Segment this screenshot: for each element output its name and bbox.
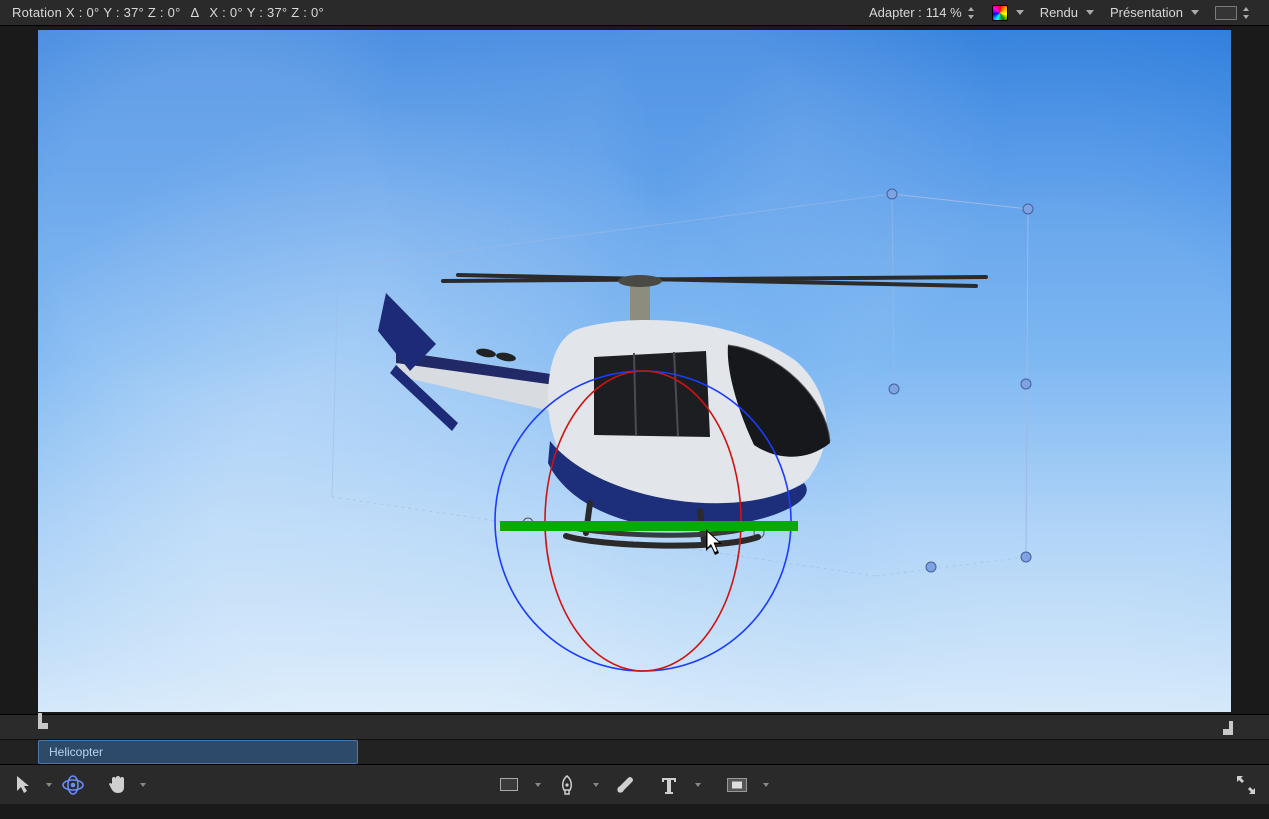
layer-clip-label: Helicopter — [49, 745, 103, 759]
delta-symbol: Δ — [191, 5, 200, 20]
top-readout-bar: Rotation X : 0° Y : 37° Z : 0° Δ X : 0° … — [0, 0, 1269, 26]
text-tool[interactable] — [654, 771, 684, 799]
rectangle-icon — [500, 778, 518, 791]
rot-z-label: Z : — [148, 5, 164, 20]
render-menu-label: Rendu — [1040, 5, 1078, 20]
delta-z-label: Z : — [291, 5, 307, 20]
hand-pan-tool[interactable] — [102, 771, 132, 799]
viewport[interactable] — [38, 30, 1231, 712]
mask-tool[interactable] — [722, 771, 752, 799]
zoom-control[interactable]: Adapter : 114 % — [863, 5, 982, 20]
playhead-out-icon[interactable] — [1221, 721, 1235, 739]
rot-x-value: 0° — [87, 5, 100, 20]
delta-y-label: Y : — [247, 5, 263, 20]
presentation-menu[interactable]: Présentation — [1104, 5, 1205, 20]
paint-stroke-tool[interactable] — [610, 771, 640, 799]
color-wheel-icon — [992, 5, 1008, 21]
delta-x-label: X : — [209, 5, 226, 20]
playhead-in-icon[interactable] — [36, 713, 50, 731]
hand-tool-chevron[interactable] — [132, 771, 152, 799]
chevron-down-icon — [1086, 10, 1094, 15]
select-tool[interactable] — [8, 771, 38, 799]
scene-overlay — [38, 30, 1231, 712]
fullscreen-toggle[interactable] — [1231, 771, 1261, 799]
pen-tool[interactable] — [552, 771, 582, 799]
aspect-ratio-menu[interactable] — [1209, 6, 1257, 20]
canvas-area — [0, 26, 1269, 714]
presentation-menu-label: Présentation — [1110, 5, 1183, 20]
mask-tool-chevron[interactable] — [756, 771, 776, 799]
zoom-stepper-icon — [968, 7, 976, 19]
aspect-rect-icon — [1215, 6, 1237, 20]
rotation-gizmo-y-axis[interactable] — [500, 521, 798, 531]
rot-y-label: Y : — [103, 5, 119, 20]
rectangle-tool[interactable] — [494, 771, 524, 799]
rectangle-tool-chevron[interactable] — [528, 771, 548, 799]
zoom-value: 114 % — [926, 5, 962, 20]
rot-z-value: 0° — [168, 5, 181, 20]
timeline-ruler[interactable] — [0, 714, 1269, 740]
delta-z-value: 0° — [311, 5, 324, 20]
rot-y-value: 37° — [124, 5, 144, 20]
chevron-down-icon — [1016, 10, 1024, 15]
text-tool-chevron[interactable] — [688, 771, 708, 799]
layer-track: Helicopter — [0, 740, 1269, 764]
property-label: Rotation — [12, 5, 62, 20]
color-channel-menu[interactable] — [986, 5, 1030, 21]
delta-y-value: 37° — [267, 5, 287, 20]
stepper-icon — [1243, 7, 1251, 19]
select-tool-chevron[interactable] — [38, 771, 58, 799]
delta-x-value: 0° — [230, 5, 243, 20]
render-menu[interactable]: Rendu — [1034, 5, 1100, 20]
3d-transform-tool[interactable] — [58, 771, 88, 799]
pen-tool-chevron[interactable] — [586, 771, 606, 799]
chevron-down-icon — [1191, 10, 1199, 15]
rot-x-label: X : — [66, 5, 83, 20]
zoom-label: Adapter : — [869, 5, 922, 20]
bottom-toolbar — [0, 764, 1269, 804]
layer-clip[interactable]: Helicopter — [38, 740, 358, 764]
